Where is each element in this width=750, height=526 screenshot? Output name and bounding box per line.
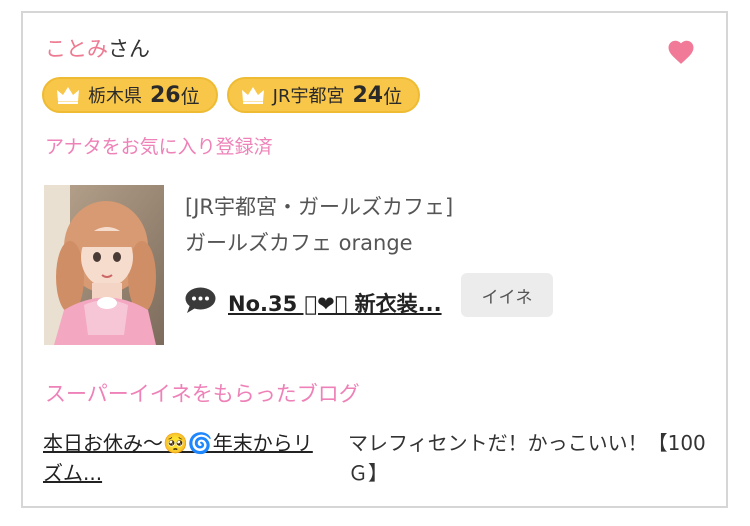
badge-unit: 位 [383, 85, 403, 108]
shop-area: [JR宇都宮・ガールズカフェ] [185, 195, 454, 219]
honorific: さん [108, 37, 150, 61]
badge-rank: 24 [352, 82, 384, 108]
super-iine-blog-link[interactable]: 本日お休み〜🥺🌀年末からリズム... [43, 428, 328, 488]
rank-badge-station[interactable]: JR宇都宮 24 位 [226, 77, 421, 113]
heart-icon[interactable] [666, 37, 696, 67]
girl-card: ことみさん 栃木県 26 位 JR宇都宮 24 位 アナタをお気に入り登録済 [… [21, 11, 728, 508]
girl-photo[interactable] [44, 185, 164, 345]
super-iine-comment: マレフィセントだ！かっこいい！【100Ｇ】 [348, 431, 706, 485]
badge-area: 栃木県 [88, 86, 142, 107]
badge-rank: 26 [150, 82, 181, 108]
super-iine-heading: スーパーイイネをもらったブログ [45, 382, 360, 406]
comment-bubble-icon [185, 287, 216, 313]
crown-icon [57, 87, 79, 104]
favorite-status: アナタをお気に入り登録済 [45, 136, 273, 158]
girl-name[interactable]: ことみさん [45, 35, 150, 63]
shop-name[interactable]: ガールズカフェ orange [185, 227, 413, 257]
latest-post-link[interactable]: No.35 ︨❤︩ 新衣装... [228, 288, 442, 318]
badge-area: JR宇都宮 [272, 86, 345, 107]
girl-name-text[interactable]: ことみ [45, 37, 108, 61]
iine-button[interactable]: イイネ [461, 273, 553, 317]
rank-badge-prefecture[interactable]: 栃木県 26 位 [42, 77, 218, 113]
badge-unit: 位 [180, 85, 200, 108]
rank-badges: 栃木県 26 位 JR宇都宮 24 位 [42, 77, 421, 113]
crown-icon [241, 87, 264, 104]
